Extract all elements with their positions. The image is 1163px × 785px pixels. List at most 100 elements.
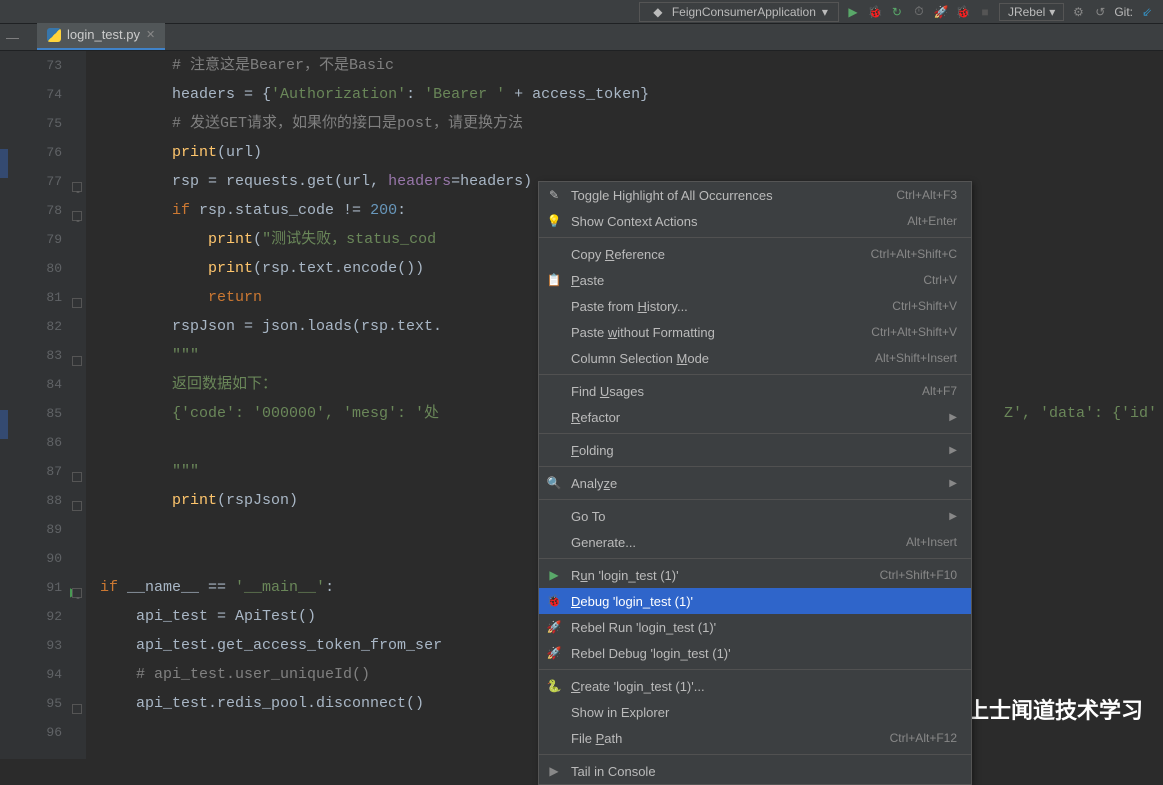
app-icon: ◆ [650, 4, 666, 20]
menu-item[interactable]: Paste from History...Ctrl+Shift+V [539, 293, 971, 319]
submenu-arrow-icon: ▶ [949, 445, 957, 456]
menu-label: Paste [571, 273, 915, 288]
menu-label: Go To [571, 509, 941, 524]
rebel-icon: 🚀 [545, 618, 563, 636]
menu-label: Folding [571, 443, 941, 458]
debug-icon: 🐞 [545, 592, 563, 610]
menu-label: Copy Reference [571, 247, 863, 262]
git-label: Git: [1114, 5, 1133, 19]
menu-item[interactable]: Refactor▶ [539, 404, 971, 430]
rebel-run-icon[interactable]: 🚀 [933, 4, 949, 20]
menu-label: Toggle Highlight of All Occurrences [571, 188, 888, 203]
menu-item[interactable]: Column Selection ModeAlt+Shift+Insert [539, 345, 971, 371]
fold-marker[interactable] [72, 588, 82, 598]
file-tab[interactable]: login_test.py ✕ [37, 23, 165, 50]
menu-label: Show in Explorer [571, 705, 949, 720]
blank-icon [545, 533, 563, 551]
profiler-button[interactable]: ⏱ [911, 4, 927, 20]
close-tab-icon[interactable]: ✕ [146, 28, 155, 41]
menu-item[interactable]: ▶ Run 'login_test (1)' Ctrl+Shift+F10 [539, 562, 971, 588]
git-update-icon[interactable]: ⇙ [1139, 4, 1155, 20]
menu-item[interactable]: 💡 Show Context Actions Alt+Enter [539, 208, 971, 234]
tail-icon: ▶ [545, 762, 563, 780]
jrebel-label: JRebel [1008, 5, 1045, 19]
blank-icon [545, 408, 563, 426]
shortcut-label: Alt+Insert [906, 535, 957, 549]
menu-label: Find Usages [571, 384, 914, 399]
stop-button[interactable]: ■ [977, 4, 993, 20]
blank-icon [545, 729, 563, 747]
fold-marker[interactable] [72, 182, 82, 192]
run-config-label: FeignConsumerApplication [672, 5, 816, 19]
editor-tabs: — login_test.py ✕ [0, 24, 1163, 51]
fold-marker[interactable] [72, 501, 82, 511]
blank-icon [545, 507, 563, 525]
paste-icon: 📋 [545, 271, 563, 289]
bulb-icon: 💡 [545, 212, 563, 230]
menu-item[interactable]: Generate...Alt+Insert [539, 529, 971, 555]
menu-label: Rebel Debug 'login_test (1)' [571, 646, 949, 661]
menu-label: Show Context Actions [571, 214, 899, 229]
shortcut-label: Alt+Enter [907, 214, 957, 228]
blank-icon [545, 382, 563, 400]
run-button[interactable]: ▶ [845, 4, 861, 20]
fold-marker[interactable] [72, 211, 82, 221]
shortcut-label: Ctrl+Alt+Shift+C [871, 247, 957, 261]
rebeld-icon: 🚀 [545, 644, 563, 662]
shortcut-label: Ctrl+Shift+F10 [880, 568, 957, 582]
menu-item[interactable]: Go To ▶ [539, 503, 971, 529]
shortcut-label: Ctrl+Shift+V [892, 299, 957, 313]
shortcut-label: Ctrl+V [923, 273, 957, 287]
fold-column: ▶ [70, 51, 86, 759]
sync-icon[interactable]: ↺ [1092, 4, 1108, 20]
menu-label: Tail in Console [571, 764, 949, 779]
coverage-button[interactable]: ↻ [889, 4, 905, 20]
menu-label: Analyze [571, 476, 941, 491]
jrebel-dropdown[interactable]: JRebel ▾ [999, 3, 1064, 21]
menu-item[interactable]: 🔍 Analyze ▶ [539, 470, 971, 496]
menu-item[interactable]: File PathCtrl+Alt+F12 [539, 725, 971, 751]
blank-icon [545, 441, 563, 459]
blank-icon [545, 245, 563, 263]
submenu-arrow-icon: ▶ [949, 412, 957, 423]
menu-item[interactable]: 🚀Rebel Run 'login_test (1)' [539, 614, 971, 640]
python-file-icon [47, 28, 61, 42]
shortcut-label: Ctrl+Alt+F12 [890, 731, 957, 745]
run-config-dropdown[interactable]: ◆ FeignConsumerApplication ▾ [639, 2, 839, 22]
minimize-button[interactable]: — [0, 30, 25, 45]
menu-item[interactable]: 🐍Create 'login_test (1)'... [539, 673, 971, 699]
main-toolbar: ◆ FeignConsumerApplication ▾ ▶ 🐞 ↻ ⏱ 🚀 🐞… [0, 0, 1163, 24]
fold-marker[interactable] [72, 472, 82, 482]
menu-item[interactable]: 📋 Paste Ctrl+V [539, 267, 971, 293]
fold-marker[interactable] [72, 298, 82, 308]
rebel-debug-icon[interactable]: 🐞 [955, 4, 971, 20]
context-menu: ✎Toggle Highlight of All OccurrencesCtrl… [538, 181, 972, 785]
submenu-arrow-icon: ▶ [949, 478, 957, 489]
menu-item[interactable]: Find Usages Alt+F7 [539, 378, 971, 404]
tool-icon[interactable]: ⚙ [1070, 4, 1086, 20]
menu-label: Debug 'login_test (1)' [571, 594, 949, 609]
blank-icon [545, 703, 563, 721]
menu-item[interactable]: ▶ Tail in Console [539, 758, 971, 784]
debug-button[interactable]: 🐞 [867, 4, 883, 20]
menu-label: Run 'login_test (1)' [571, 568, 872, 583]
analyze-icon: 🔍 [545, 474, 563, 492]
menu-item[interactable]: Folding ▶ [539, 437, 971, 463]
blank-icon [545, 323, 563, 341]
menu-item[interactable]: Show in Explorer [539, 699, 971, 725]
line-numbers: 7374757677787980818283848586878889909192… [24, 51, 70, 759]
menu-item[interactable]: ✎Toggle Highlight of All OccurrencesCtrl… [539, 182, 971, 208]
shortcut-label: Ctrl+Alt+F3 [896, 188, 957, 202]
submenu-arrow-icon: ▶ [949, 511, 957, 522]
shortcut-label: Alt+F7 [922, 384, 957, 398]
fold-marker[interactable] [72, 704, 82, 714]
py-icon: 🐍 [545, 677, 563, 695]
menu-item[interactable]: 🚀 Rebel Debug 'login_test (1)' [539, 640, 971, 666]
fold-marker[interactable] [72, 356, 82, 366]
menu-item[interactable]: Copy Reference Ctrl+Alt+Shift+C [539, 241, 971, 267]
menu-item[interactable]: Paste without FormattingCtrl+Alt+Shift+V [539, 319, 971, 345]
blank-icon [545, 297, 563, 315]
menu-item[interactable]: 🐞 Debug 'login_test (1)' [539, 588, 971, 614]
run-icon: ▶ [545, 566, 563, 584]
blank-icon [545, 349, 563, 367]
